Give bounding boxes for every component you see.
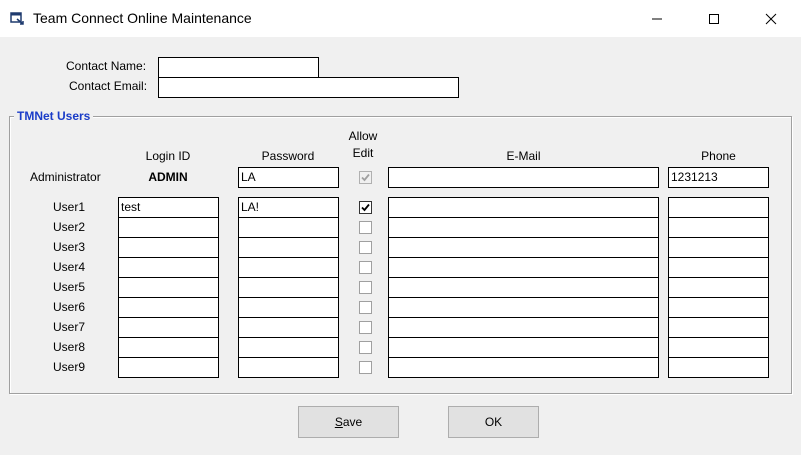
admin-phone-field[interactable]: 1231213 [668, 167, 769, 188]
user-allow-edit-checkbox[interactable] [359, 261, 372, 274]
user-phone-field[interactable] [668, 357, 769, 378]
user-allow-edit-checkbox[interactable] [359, 221, 372, 234]
user-row-label: User1 [53, 200, 86, 214]
ok-label: OK [484, 415, 503, 429]
user-email-field[interactable] [388, 277, 659, 298]
contact-email-field[interactable] [158, 77, 459, 98]
user-login-field[interactable] [118, 237, 219, 258]
user-password-field[interactable] [238, 317, 339, 338]
column-header-password: Password [261, 149, 315, 163]
user-password-field[interactable] [238, 217, 339, 238]
window-title: Team Connect Online Maintenance [33, 10, 252, 26]
app-window-icon [10, 12, 24, 25]
user-login-field[interactable] [118, 297, 219, 318]
title-bar: Team Connect Online Maintenance [0, 0, 801, 37]
minimize-icon [652, 18, 662, 19]
user-login-field[interactable] [118, 217, 219, 238]
user-row-label: User5 [53, 280, 86, 294]
save-button[interactable]: Save [298, 406, 399, 438]
maximize-icon [709, 13, 719, 24]
user-email-field[interactable] [388, 197, 659, 218]
user-email-field[interactable] [388, 217, 659, 238]
user-phone-field[interactable] [668, 197, 769, 218]
user-phone-field[interactable] [668, 317, 769, 338]
user-password-field[interactable]: LA! [238, 197, 339, 218]
user-email-field[interactable] [388, 257, 659, 278]
checkmark-icon [361, 173, 370, 182]
user-password-field[interactable] [238, 297, 339, 318]
user-phone-field[interactable] [668, 257, 769, 278]
admin-password-field[interactable]: LA [238, 167, 339, 188]
column-header-edit: Edit [352, 146, 374, 160]
user-password-field[interactable] [238, 237, 339, 258]
user-row-label: User8 [53, 340, 86, 354]
column-header-login-id: Login ID [145, 149, 191, 163]
user-allow-edit-checkbox[interactable] [359, 341, 372, 354]
column-header-phone: Phone [701, 149, 736, 163]
user-row-label: User4 [53, 260, 86, 274]
user-row-label: User9 [53, 360, 86, 374]
user-allow-edit-checkbox[interactable] [359, 301, 372, 314]
user-email-field[interactable] [388, 237, 659, 258]
user-allow-edit-checkbox[interactable] [359, 321, 372, 334]
maximize-button[interactable] [691, 0, 737, 37]
user-row-label: User7 [53, 320, 86, 334]
checkmark-icon [361, 203, 370, 212]
user-row-label: User3 [53, 240, 86, 254]
user-email-field[interactable] [388, 297, 659, 318]
user-email-field[interactable] [388, 357, 659, 378]
admin-email-field[interactable] [388, 167, 659, 188]
ok-button[interactable]: OK [448, 406, 539, 438]
column-header-allow: Allow [348, 129, 378, 143]
user-allow-edit-checkbox[interactable] [359, 241, 372, 254]
user-login-field[interactable] [118, 317, 219, 338]
user-login-field[interactable] [118, 337, 219, 358]
column-header-email: E-Mail [506, 149, 541, 163]
user-email-field[interactable] [388, 337, 659, 358]
user-phone-field[interactable] [668, 277, 769, 298]
admin-login-id: ADMIN [148, 170, 188, 184]
contact-name-label: Contact Name: [66, 59, 147, 73]
user-phone-field[interactable] [668, 337, 769, 358]
user-password-field[interactable] [238, 337, 339, 358]
close-button[interactable] [748, 0, 794, 37]
minimize-button[interactable] [634, 0, 680, 37]
close-icon [765, 13, 777, 24]
admin-row-label: Administrator [30, 170, 101, 184]
user-login-field[interactable]: test [118, 197, 219, 218]
user-password-field[interactable] [238, 357, 339, 378]
contact-email-label: Contact Email: [69, 79, 148, 93]
user-row-label: User6 [53, 300, 86, 314]
user-allow-edit-checkbox[interactable] [359, 281, 372, 294]
admin-allow-edit-checkbox [359, 171, 372, 184]
group-title: TMNet Users [14, 109, 94, 123]
user-phone-field[interactable] [668, 297, 769, 318]
contact-name-field[interactable] [158, 57, 319, 78]
user-row-label: User2 [53, 220, 86, 234]
user-login-field[interactable] [118, 257, 219, 278]
user-email-field[interactable] [388, 317, 659, 338]
user-password-field[interactable] [238, 277, 339, 298]
user-password-field[interactable] [238, 257, 339, 278]
user-phone-field[interactable] [668, 237, 769, 258]
user-login-field[interactable] [118, 277, 219, 298]
user-allow-edit-checkbox[interactable] [359, 201, 372, 214]
user-allow-edit-checkbox[interactable] [359, 361, 372, 374]
user-login-field[interactable] [118, 357, 219, 378]
user-phone-field[interactable] [668, 217, 769, 238]
save-label: Save [334, 415, 363, 429]
